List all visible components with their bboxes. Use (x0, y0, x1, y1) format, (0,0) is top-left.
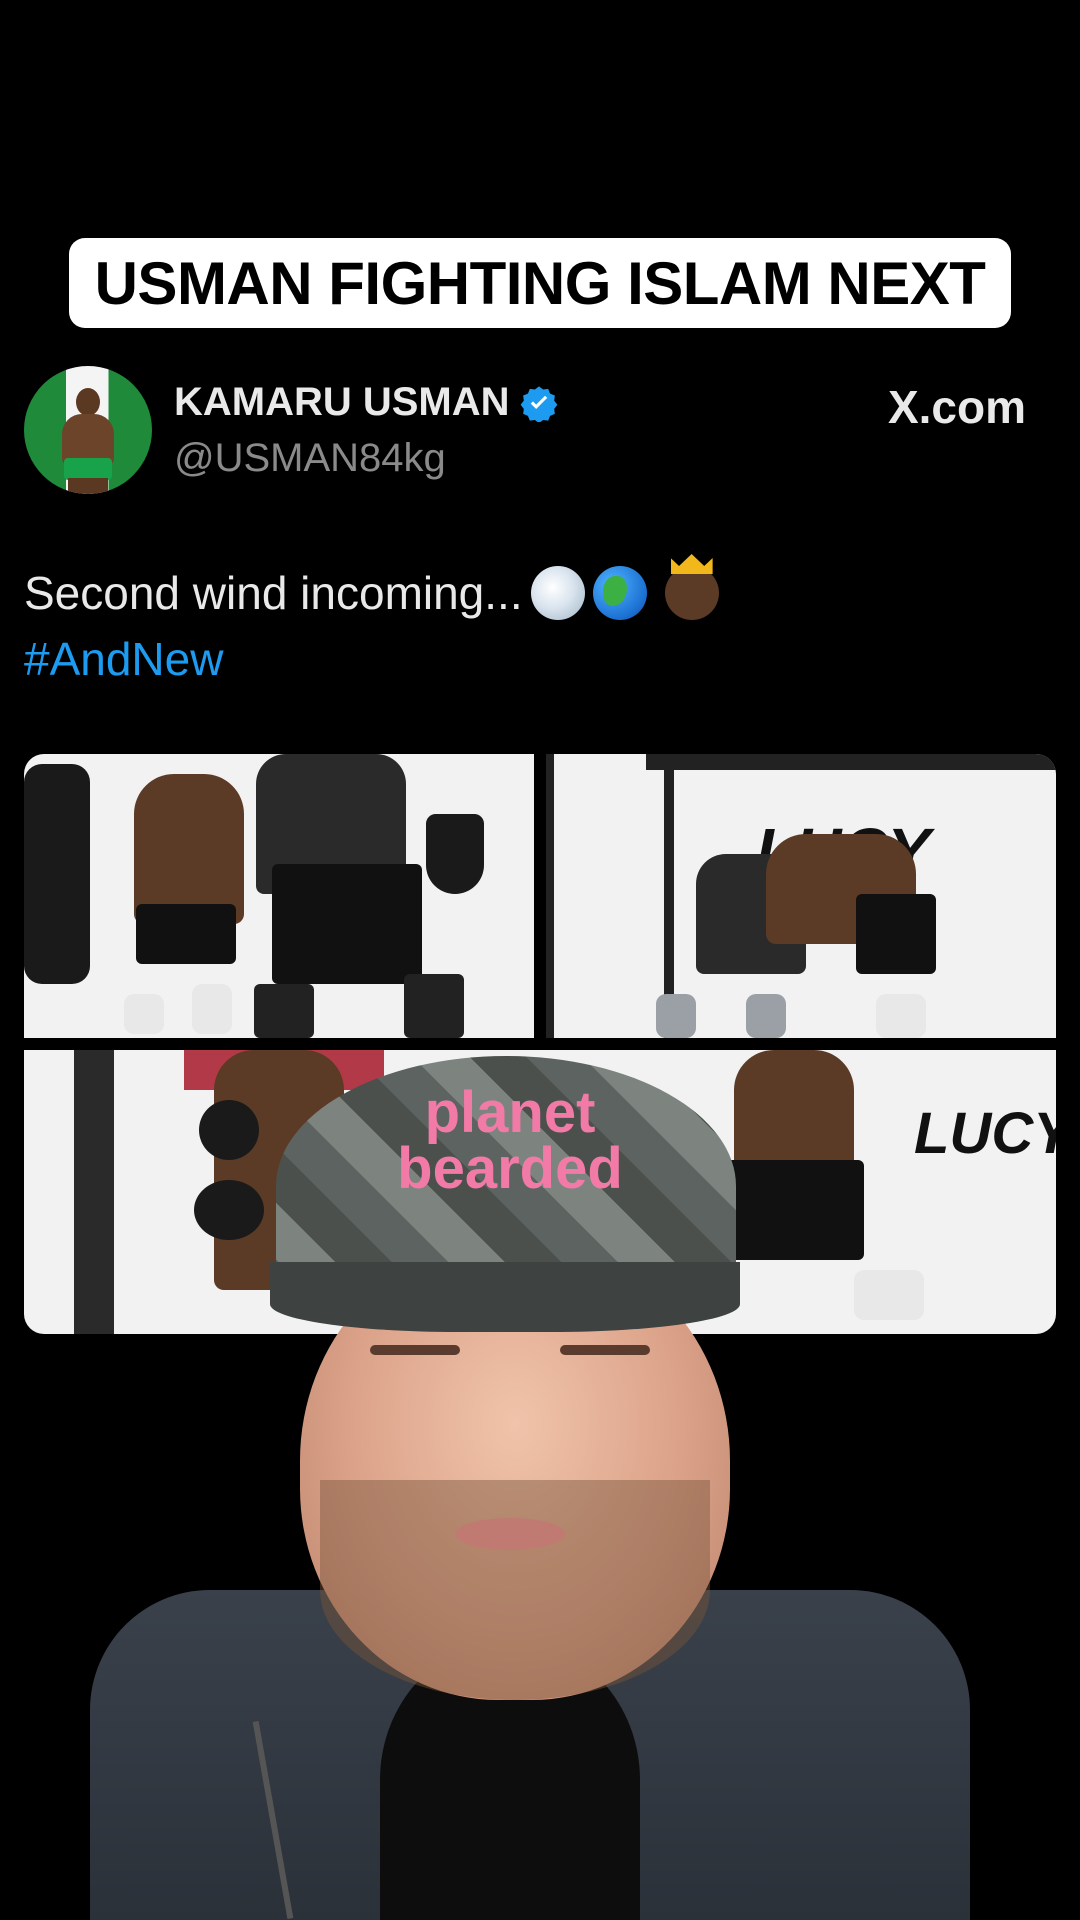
presenter-mouth (455, 1518, 565, 1550)
presenter-right-eye (560, 1345, 650, 1355)
tweet-text: Second wind incoming... (24, 566, 719, 620)
x-logo-source: X.com (887, 381, 1026, 433)
tweet-text-content: Second wind incoming... (24, 567, 523, 619)
crowned-man-emoji-icon (664, 566, 719, 620)
author-name[interactable]: KAMARU USMAN (174, 380, 510, 425)
cap-logo-text: planet bearded (360, 1080, 660, 1201)
cap-logo-line2: bearded (397, 1136, 623, 1201)
presenter-beard (320, 1480, 710, 1700)
wind-face-emoji-icon (530, 566, 585, 620)
author-name-row[interactable]: KAMARU USMAN (174, 380, 558, 425)
cap-logo-line1: planet (424, 1080, 596, 1145)
presenter-cap-brim (270, 1262, 740, 1332)
author-avatar[interactable] (24, 366, 152, 494)
globe-emoji-icon (592, 566, 647, 620)
verified-badge-icon (520, 385, 557, 422)
presenter-left-eye (370, 1345, 460, 1355)
headline-text: USMAN FIGHTING ISLAM NEXT (94, 249, 986, 317)
author-handle[interactable]: @USMAN84kg (174, 436, 446, 481)
hashtag-link[interactable]: #AndNew (24, 632, 223, 686)
tweet-photo-2[interactable]: LUCY (546, 754, 1056, 1038)
photo3-wall-text: LUCY (914, 1101, 1056, 1166)
tweet-photo-1[interactable] (24, 754, 534, 1038)
headline-banner: USMAN FIGHTING ISLAM NEXT (69, 238, 1011, 328)
